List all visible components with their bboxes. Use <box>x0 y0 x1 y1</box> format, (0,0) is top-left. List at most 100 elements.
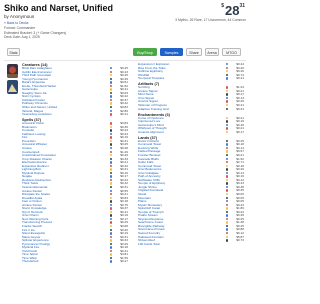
mana-cost-icon <box>225 77 228 81</box>
mana-symbol-icon <box>109 77 112 81</box>
featured-card-art[interactable] <box>7 80 18 94</box>
mana-symbol-icon <box>109 109 112 112</box>
mana-symbol-icon <box>225 86 228 89</box>
mana-symbol-icon <box>225 193 228 196</box>
mana-symbol-icon <box>109 67 112 70</box>
mana-symbol-icon <box>109 186 112 189</box>
mana-symbol-icon <box>109 178 112 182</box>
card-name[interactable]: Veteranlog Lockdown <box>22 112 52 116</box>
card-row[interactable]: Thunderbolt $0.27 <box>22 260 128 264</box>
mana-symbol-icon <box>225 93 228 96</box>
mana-symbol-icon <box>109 235 112 239</box>
card-row[interactable]: Temporal Trespass $0.41 <box>138 76 244 81</box>
mana-symbol-icon <box>225 116 228 119</box>
back-to-decks-link[interactable]: « Back to Decks <box>4 21 29 25</box>
mana-symbol-icon <box>109 225 112 228</box>
card-name[interactable]: Thunderbolt <box>22 259 39 264</box>
mana-symbol-icon <box>225 63 228 66</box>
mana-symbol-icon <box>225 103 228 107</box>
deck-format: Format: Commander <box>4 26 36 30</box>
price-cents: 31 <box>239 3 245 9</box>
stats-button[interactable]: Stats <box>7 48 20 56</box>
mana-symbol-icon <box>109 150 112 153</box>
mana-symbol-icon <box>225 77 228 80</box>
card-list-spells-continued: Expansion // Explosion $0.44 Rise From the… <box>138 62 244 81</box>
mana-symbol-icon <box>225 123 228 127</box>
card-price: $0.41 <box>236 76 244 81</box>
deck-title: Shiko and Narset, Unified <box>4 3 114 13</box>
mana-symbol-icon <box>109 95 112 98</box>
mana-symbol-icon <box>225 171 228 175</box>
card-row[interactable]: 100 Cards Total <box>138 242 244 247</box>
mtgo-button[interactable]: MTGO <box>222 48 241 56</box>
mana-cost-icon <box>109 113 112 117</box>
mana-symbol-icon <box>225 232 228 235</box>
deck-bracket: Estimated Bracket: 3 (+ Game Changers) <box>4 30 67 35</box>
price-whole: 28 <box>224 3 240 18</box>
mana-symbol-icon <box>109 232 112 235</box>
mana-symbol-icon <box>109 143 112 146</box>
card-row[interactable]: Veteranlog Lockdown $0.41 <box>22 112 128 117</box>
mana-symbol-icon <box>225 89 228 93</box>
mana-symbol-icon <box>109 200 112 203</box>
mana-symbol-icon <box>109 106 112 109</box>
mana-symbol-icon <box>225 164 228 168</box>
samples-button[interactable]: Samples <box>160 48 183 56</box>
card-name[interactable]: Temporal Trespass <box>138 76 164 80</box>
mana-symbol-icon <box>225 157 228 160</box>
mana-symbol-icon <box>225 200 228 203</box>
card-name[interactable]: Arcanist Alignment <box>138 130 164 134</box>
mana-symbol-icon <box>225 143 228 146</box>
card-list-creatures: Birds Man Calaghaun $0.25 Goblin Electroma… <box>22 66 128 117</box>
mana-symbol-icon <box>225 70 228 73</box>
mana-symbol-icon <box>109 221 112 224</box>
mana-symbol-icon <box>109 182 112 185</box>
card-list-artifacts: Sol Ring $1.23 Arcane Signet $0.21 Mind Ston… <box>138 85 244 112</box>
deck-price: $2831 <box>221 3 246 18</box>
mana-symbol-icon <box>225 217 228 221</box>
card-list-enchantments: Curse of Opulence $0.21 Imprisoned Lore $0.… <box>138 116 244 135</box>
deck-author[interactable]: by Anonymous <box>4 14 34 19</box>
mana-symbol-icon <box>225 239 228 242</box>
mana-symbol-icon <box>225 139 228 143</box>
mana-symbol-icon <box>225 203 228 207</box>
column-right: Expansion // Explosion $0.44 Rise From the… <box>138 62 244 247</box>
mana-symbol-icon <box>225 168 228 171</box>
mana-symbol-icon <box>109 214 112 217</box>
mana-symbol-icon <box>109 161 112 164</box>
buy-shop-button[interactable]: Buy/Shop <box>133 48 157 56</box>
arena-button[interactable]: Arena <box>205 48 219 56</box>
mana-symbol-icon <box>109 196 112 200</box>
share-button[interactable]: Share <box>186 48 202 56</box>
mana-symbol-icon <box>109 203 112 207</box>
mana-symbol-icon <box>109 260 112 263</box>
card-name[interactable]: 100 Cards Total <box>138 242 160 246</box>
mana-symbol-icon <box>225 221 228 224</box>
card-row[interactable]: Adaptive Training Grid $0.31 <box>138 106 244 112</box>
mana-symbol-icon <box>109 168 112 171</box>
mana-symbol-icon <box>225 178 228 182</box>
card-price: $0.31 <box>236 106 244 111</box>
card-row[interactable]: Arcanist Alignment $0.17 <box>138 130 244 135</box>
mana-symbol-icon <box>109 70 112 73</box>
mana-symbol-icon <box>109 98 112 102</box>
mana-symbol-icon <box>225 146 228 150</box>
column-left: Creatures (14) Birds Man Calaghaun $0.25 G… <box>22 63 128 264</box>
card-name[interactable]: Adaptive Training Grid <box>138 107 169 111</box>
mana-symbol-icon <box>109 207 112 210</box>
mana-symbol-icon <box>109 242 112 246</box>
mana-cost-icon <box>225 107 228 112</box>
mana-symbol-icon <box>109 122 112 125</box>
mana-symbol-icon <box>225 185 228 189</box>
mana-symbol-icon <box>225 207 228 210</box>
mana-symbol-icon <box>225 96 228 100</box>
mana-symbol-icon <box>109 81 112 84</box>
mana-symbol-icon <box>225 228 228 231</box>
mana-symbol-icon <box>109 84 112 88</box>
mana-symbol-icon <box>225 189 228 192</box>
mana-symbol-icon <box>109 217 112 221</box>
card-price: $0.27 <box>120 259 128 264</box>
commander-card-art[interactable] <box>7 64 18 78</box>
mana-symbol-icon <box>109 253 112 256</box>
mana-symbol-icon <box>109 132 112 136</box>
